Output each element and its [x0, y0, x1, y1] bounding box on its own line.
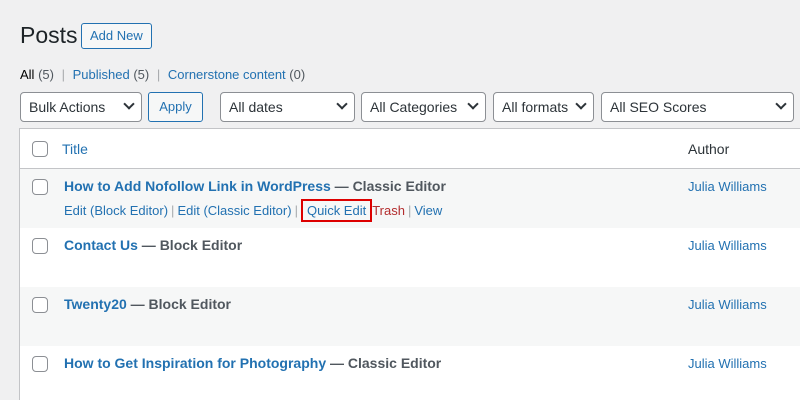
row-actions: Edit (Block Editor) | Edit (Classic Editor…	[64, 199, 442, 222]
filter-all-count: (5)	[38, 67, 54, 82]
title-dash: —	[130, 296, 149, 312]
action-separator: |	[294, 203, 298, 218]
category-filter-value: All Categories	[370, 99, 458, 115]
filter-all-link[interactable]: All	[20, 67, 34, 82]
chevron-down-icon	[775, 98, 787, 110]
row-checkbox[interactable]	[32, 179, 48, 195]
posts-table: Title Author How to Add Nofollow Link in…	[19, 128, 800, 400]
chevron-down-icon	[336, 98, 348, 110]
post-editor-state: Block Editor	[159, 237, 243, 253]
action-separator: |	[171, 203, 175, 218]
column-author-header: Author	[688, 141, 730, 157]
filter-separator: |	[61, 67, 65, 82]
date-filter-select[interactable]: All dates	[220, 92, 355, 122]
action-separator: |	[407, 203, 412, 218]
title-dash: —	[141, 237, 160, 253]
column-title-header[interactable]: Title	[62, 141, 88, 157]
post-author-link[interactable]: Julia Williams	[688, 238, 767, 253]
edit-block-editor-link[interactable]: Edit (Block Editor)	[64, 203, 168, 218]
post-title-link[interactable]: Twenty20	[64, 296, 127, 312]
row-checkbox[interactable]	[32, 297, 48, 313]
apply-button[interactable]: Apply	[148, 92, 203, 122]
filter-published-count: (5)	[133, 67, 150, 82]
date-filter-value: All dates	[229, 99, 283, 115]
chevron-down-icon	[575, 98, 587, 110]
quick-edit-link[interactable]: Quick Edit	[300, 199, 373, 222]
bulk-actions-select[interactable]: Bulk Actions	[20, 92, 142, 122]
title-dash: —	[330, 355, 348, 371]
row-checkbox[interactable]	[32, 238, 48, 254]
post-title-cell: Twenty20 — Block Editor	[64, 296, 231, 312]
chevron-down-icon	[467, 98, 479, 110]
post-title-cell: How to Add Nofollow Link in WordPress — …	[64, 178, 446, 194]
format-filter-value: All formats	[502, 99, 569, 115]
status-filter-links: All (5) | Published (5) | Cornerstone co…	[20, 67, 305, 82]
seo-score-filter-select[interactable]: All SEO Scores	[601, 92, 794, 122]
page-title: Posts	[20, 22, 78, 48]
table-row: How to Get Inspiration for Photography —…	[20, 346, 800, 400]
filter-published-label: Published	[72, 67, 130, 82]
row-checkbox[interactable]	[32, 356, 48, 372]
post-editor-state: Classic Editor	[352, 178, 446, 194]
filter-cornerstone-count: (0)	[289, 67, 306, 82]
seo-score-filter-value: All SEO Scores	[610, 99, 707, 115]
post-title-link[interactable]: How to Get Inspiration for Photography	[64, 355, 326, 371]
post-title-link[interactable]: Contact Us	[64, 237, 138, 253]
post-author-link[interactable]: Julia Williams	[688, 179, 767, 194]
posts-screen: Posts Add New All (5) | Published (5) | …	[0, 0, 800, 400]
trash-link[interactable]: Trash	[372, 203, 405, 218]
post-editor-state: Classic Editor	[347, 355, 442, 371]
table-row: Contact Us — Block Editor Julia Williams	[20, 228, 800, 287]
view-link[interactable]: View	[414, 203, 442, 218]
filter-all-label: All	[20, 67, 35, 82]
table-row: Twenty20 — Block Editor Julia Williams	[20, 287, 800, 346]
bulk-actions-value: Bulk Actions	[29, 99, 106, 115]
chevron-down-icon	[123, 98, 135, 110]
filter-cornerstone-label: Cornerstone content	[167, 67, 286, 82]
select-all-checkbox[interactable]	[32, 141, 48, 157]
post-title-cell: Contact Us — Block Editor	[64, 237, 242, 253]
table-header: Title Author	[20, 129, 800, 169]
edit-classic-editor-link[interactable]: Edit (Classic Editor)	[177, 203, 291, 218]
post-author-link[interactable]: Julia Williams	[688, 356, 767, 371]
filter-cornerstone-link[interactable]: Cornerstone content	[168, 67, 286, 82]
add-new-button[interactable]: Add New	[81, 23, 152, 49]
category-filter-select[interactable]: All Categories	[361, 92, 486, 122]
table-row: How to Add Nofollow Link in WordPress — …	[20, 169, 800, 228]
post-title-cell: How to Get Inspiration for Photography —…	[64, 355, 441, 371]
format-filter-select[interactable]: All formats	[493, 92, 594, 122]
title-dash: —	[334, 178, 353, 194]
post-title-link[interactable]: How to Add Nofollow Link in WordPress	[64, 178, 331, 194]
post-editor-state: Block Editor	[148, 296, 232, 312]
post-author-link[interactable]: Julia Williams	[688, 297, 767, 312]
filter-separator: |	[156, 67, 161, 82]
filter-published-link[interactable]: Published	[73, 67, 130, 82]
